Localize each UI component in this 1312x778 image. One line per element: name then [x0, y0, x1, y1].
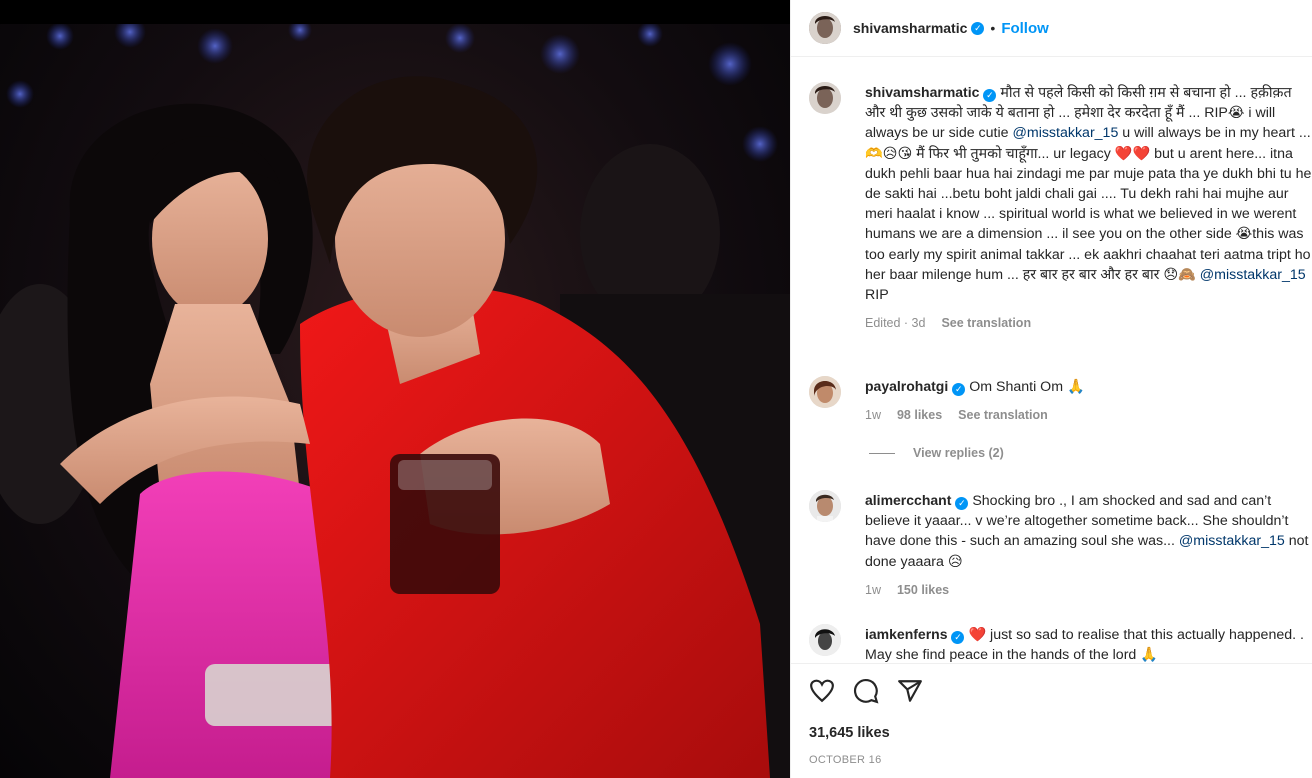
comment-body: payalrohatgi ✓ Om Shanti Om 🙏 1w 98 likes…: [865, 376, 1312, 425]
post-actions: [809, 678, 923, 704]
post-image[interactable]: [0, 24, 790, 778]
commenter-avatar-image: [809, 624, 841, 656]
caption-avatar[interactable]: [809, 82, 841, 114]
comment-username[interactable]: alimercchant: [865, 492, 951, 508]
comment-username[interactable]: payalrohatgi: [865, 378, 948, 394]
caption-meta: Edited · 3d See translation: [865, 313, 1312, 333]
post-photo-illustration: [0, 24, 790, 778]
comments-list[interactable]: shivamsharmatic ✓ मौत से पहले किसी को किस…: [791, 70, 1312, 662]
author-username[interactable]: shivamsharmatic: [853, 20, 967, 36]
caption-username[interactable]: shivamsharmatic: [865, 84, 979, 100]
heart-icon[interactable]: [809, 678, 835, 704]
caption-avatar-image: [809, 82, 841, 114]
commenter-avatar-image: [809, 490, 841, 522]
caption-text-2: u will always be in my heart ... 🫶😥😘 मैं…: [865, 125, 1312, 283]
replies-line: [869, 452, 895, 454]
commenter-avatar[interactable]: [809, 376, 841, 408]
verified-badge-icon: ✓: [951, 630, 965, 644]
commenter-avatar[interactable]: [809, 490, 841, 522]
comment-time: 1w: [865, 582, 881, 597]
comment-likes[interactable]: 98 likes: [897, 405, 942, 425]
caption-mention-2[interactable]: @misstakkar_15: [1200, 267, 1306, 283]
comment-see-translation[interactable]: See translation: [958, 405, 1048, 425]
view-replies-label: View replies (2): [913, 446, 1004, 460]
caption-body: shivamsharmatic ✓ मौत से पहले किसी को किस…: [865, 82, 1312, 333]
header-separator: •: [990, 20, 996, 36]
follow-button[interactable]: Follow: [1001, 20, 1049, 37]
verified-badge-icon: ✓: [955, 496, 969, 510]
actions-divider: [791, 663, 1312, 664]
comment-icon[interactable]: [853, 678, 879, 704]
comment-mention[interactable]: @misstakkar_15: [1179, 533, 1285, 549]
caption-see-translation[interactable]: See translation: [941, 313, 1031, 333]
top-strip: [0, 0, 790, 24]
comment-body: iamkenferns ✓ ❤️ just so sad to realise t…: [865, 624, 1312, 662]
caption-mention-1[interactable]: @misstakkar_15: [1012, 125, 1118, 141]
commenter-avatar[interactable]: [809, 624, 841, 656]
author-avatar[interactable]: [809, 12, 841, 44]
commenter-avatar-image: [809, 376, 841, 408]
comment-time: 1w: [865, 408, 881, 423]
share-icon[interactable]: [897, 678, 923, 704]
post-details-panel: shivamsharmatic ✓ • Follow shivamsharmat…: [790, 0, 1312, 778]
comment-meta: 1w 98 likes See translation: [865, 405, 1312, 425]
verified-badge-icon: ✓: [971, 21, 985, 35]
view-replies-button[interactable]: View replies (2): [869, 446, 1004, 460]
post-header: shivamsharmatic ✓ • Follow: [791, 0, 1312, 56]
header-divider: [791, 56, 1312, 57]
caption-text-3: RIP: [865, 287, 889, 304]
likes-count[interactable]: 31,645 likes: [809, 725, 890, 741]
comment-meta: 1w 150 likes: [865, 580, 1312, 600]
comment-body: alimercchant ✓ Shocking bro ., I am shock…: [865, 490, 1312, 600]
comment-likes[interactable]: 150 likes: [897, 580, 949, 600]
caption-time: Edited · 3d: [865, 316, 926, 331]
author-avatar-image: [809, 12, 841, 44]
verified-badge-icon: ✓: [952, 382, 966, 396]
comment-text: Om Shanti Om 🙏: [969, 379, 1085, 395]
verified-badge-icon: ✓: [983, 88, 997, 102]
post-date: OCTOBER 16: [809, 754, 882, 766]
comment-username[interactable]: iamkenferns: [865, 626, 947, 642]
